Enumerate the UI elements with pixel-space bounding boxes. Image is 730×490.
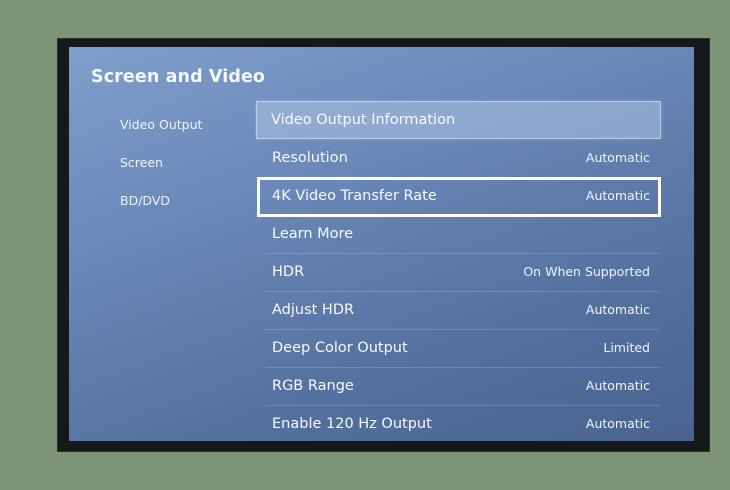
menu-item-label: Enable 120 Hz Output: [272, 416, 432, 432]
menu-item-value: Automatic: [585, 150, 650, 165]
menu-item-enable-120hz-output[interactable]: Enable 120 Hz Output Automatic: [258, 406, 660, 441]
menu-item-hdr[interactable]: HDR On When Supported: [258, 254, 660, 292]
menu-item-value: Limited: [603, 340, 650, 355]
side-nav-item-bd-dvd[interactable]: BD/DVD: [120, 186, 202, 224]
menu-item-value: On When Supported: [523, 264, 650, 279]
menu-item-adjust-hdr[interactable]: Adjust HDR Automatic: [258, 292, 660, 330]
menu-item-label: Learn More: [272, 226, 354, 242]
page-title: Screen and Video: [91, 67, 266, 87]
settings-menu: Video Output Information Resolution Auto…: [256, 101, 661, 441]
menu-item-label: HDR: [272, 264, 305, 280]
menu-item-value: Automatic: [585, 188, 650, 203]
menu-item-label: 4K Video Transfer Rate: [272, 188, 437, 204]
menu-item-video-output-information[interactable]: Video Output Information: [256, 101, 661, 139]
menu-item-value: Automatic: [585, 416, 650, 431]
menu-item-4k-video-transfer-rate[interactable]: 4K Video Transfer Rate Automatic: [257, 177, 661, 217]
menu-item-label: Resolution: [272, 150, 348, 166]
menu-item-resolution[interactable]: Resolution Automatic: [258, 140, 660, 178]
menu-item-deep-color-output[interactable]: Deep Color Output Limited: [258, 330, 660, 368]
side-nav: Video Output Screen BD/DVD: [120, 110, 202, 224]
menu-item-label: Deep Color Output: [272, 340, 408, 356]
settings-screen: Screen and Video Video Output Screen BD/…: [69, 47, 694, 441]
menu-item-value: Automatic: [585, 302, 650, 317]
tv-frame: Screen and Video Video Output Screen BD/…: [57, 38, 710, 452]
side-nav-item-screen[interactable]: Screen: [120, 148, 202, 186]
menu-item-rgb-range[interactable]: RGB Range Automatic: [258, 368, 660, 406]
side-nav-item-video-output[interactable]: Video Output: [120, 110, 202, 148]
menu-item-learn-more[interactable]: Learn More: [258, 216, 660, 254]
menu-item-value: Automatic: [585, 378, 650, 393]
menu-item-label: Video Output Information: [271, 112, 456, 128]
menu-item-label: Adjust HDR: [272, 302, 355, 318]
menu-item-label: RGB Range: [272, 378, 354, 394]
